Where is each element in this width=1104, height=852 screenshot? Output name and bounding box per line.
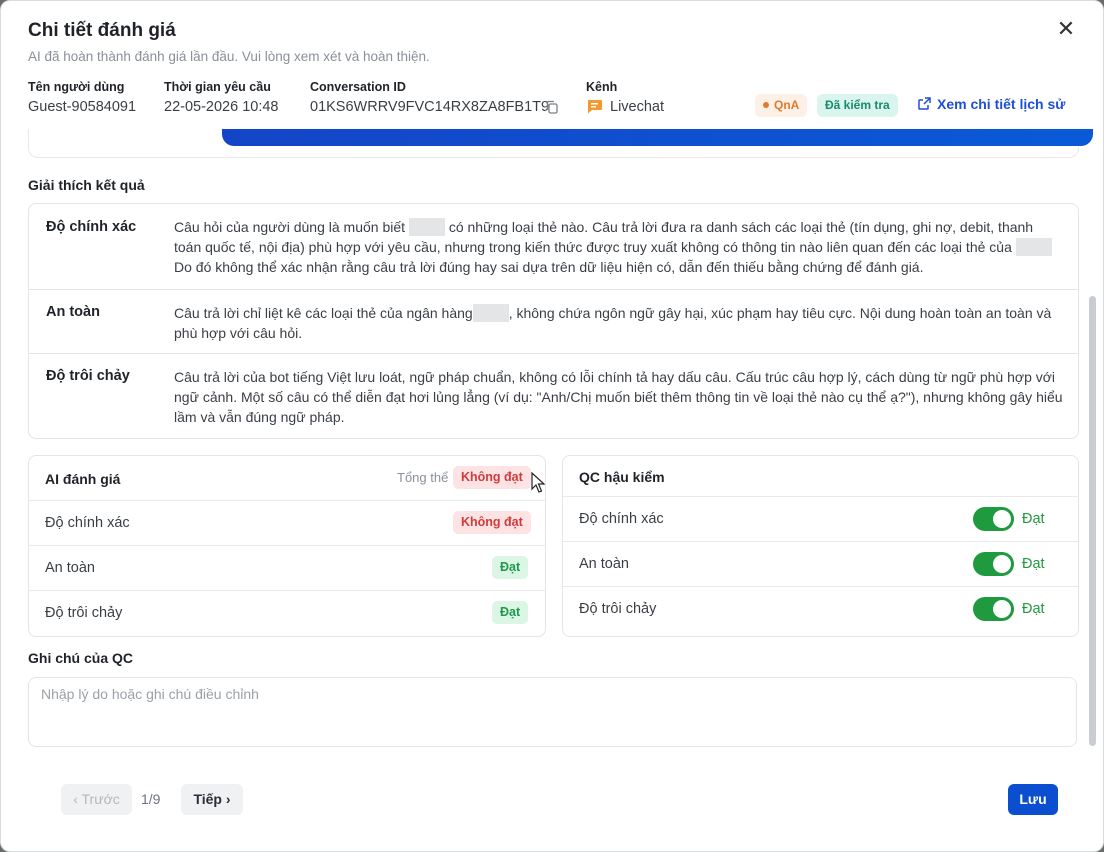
previous-card	[28, 129, 1093, 158]
history-link[interactable]: Xem chi tiết lịch sử	[918, 96, 1065, 112]
explanation-table: Độ chính xác Câu hỏi của người dùng là m…	[28, 203, 1079, 439]
ai-status-badge: Đạt	[492, 556, 529, 579]
divider	[29, 590, 545, 591]
toggle-knob	[993, 510, 1011, 528]
toggle-knob	[993, 555, 1011, 573]
qc-accuracy-toggle[interactable]	[973, 507, 1014, 531]
chat-icon	[588, 100, 602, 114]
divider	[29, 500, 545, 501]
modal-title: Chi tiết đánh giá	[28, 20, 176, 41]
explanation-text: Câu trả lời chỉ liệt kê các loại thẻ của…	[174, 304, 1052, 341]
ai-row-label: Độ trôi chảy	[45, 605, 123, 621]
progress-bar	[222, 129, 1093, 146]
overall-label: Tổng thể	[397, 470, 449, 485]
divider	[563, 496, 1078, 497]
next-button[interactable]: Tiếp ›	[181, 784, 243, 815]
explanation-label: Độ trôi chảy	[46, 368, 130, 384]
user-value: Guest-90584091	[28, 99, 137, 115]
explanation-text: Câu trả lời của bot tiếng Việt lưu loát,…	[174, 369, 1063, 425]
qc-row-label: An toàn	[579, 556, 629, 572]
ai-row-label: An toàn	[45, 560, 95, 576]
qc-row-label: Độ trôi chảy	[579, 601, 657, 617]
qc-toggle-label: Đạt	[1022, 601, 1045, 617]
scrollbar[interactable]	[1089, 296, 1096, 746]
divider	[29, 545, 545, 546]
qc-notes-title: Ghi chú của QC	[28, 650, 134, 666]
channel-value: Livechat	[610, 99, 665, 115]
conversation-id-value: 01KS6WRRV9FVC14RX8ZA8FB1T9	[310, 99, 550, 115]
explanation-row: Độ trôi chảy Câu trả lời của bot tiếng V…	[29, 353, 1078, 439]
checked-badge: Đã kiểm tra	[817, 94, 898, 117]
qc-toggle-label: Đạt	[1022, 556, 1045, 572]
modal-subtitle: AI đã hoàn thành đánh giá lần đầu. Vui l…	[28, 49, 430, 64]
qna-badge: QnA	[755, 94, 808, 117]
qc-notes-input[interactable]	[28, 677, 1077, 747]
time-value: 22-05-2026 10:48	[164, 99, 279, 115]
qna-badge-text: QnA	[774, 98, 800, 112]
explanation-label: An toàn	[46, 304, 100, 320]
qc-evaluation-title: QC hậu kiểm	[579, 469, 665, 485]
save-button[interactable]: Lưu	[1008, 784, 1058, 815]
explanation-text: Câu hỏi của người dùng là muốn biết có n…	[174, 217, 1064, 277]
time-label: Thời gian yêu cầu	[164, 80, 271, 94]
redacted-block	[472, 304, 509, 322]
ai-evaluation-title: AI đánh giá	[45, 471, 121, 487]
ai-evaluation-panel: AI đánh giá Tổng thể Không đạt Độ chính …	[28, 455, 546, 637]
qc-fluency-toggle[interactable]	[973, 597, 1014, 621]
ai-row-label: Độ chính xác	[45, 515, 130, 531]
ai-status-badge: Không đạt	[453, 511, 531, 534]
redacted-block	[408, 218, 445, 236]
qc-evaluation-panel: QC hậu kiểm Độ chính xác Đạt An toàn Đạt…	[562, 455, 1079, 637]
explanation-row: Độ chính xác Câu hỏi của người dùng là m…	[29, 204, 1078, 289]
page-indicator: 1/9	[141, 791, 161, 807]
explanation-label: Độ chính xác	[46, 219, 137, 235]
channel-label: Kênh	[586, 80, 618, 94]
qc-toggle-label: Đạt	[1022, 511, 1045, 527]
previous-button[interactable]: ‹ Trước	[61, 784, 132, 815]
external-link-icon	[918, 97, 931, 110]
redacted-block	[1015, 238, 1052, 256]
qc-row-label: Độ chính xác	[579, 511, 664, 527]
divider	[563, 586, 1078, 587]
explanation-title: Giải thích kết quả	[28, 177, 145, 193]
history-link-label: Xem chi tiết lịch sử	[937, 96, 1066, 112]
evaluation-detail-modal: Chi tiết đánh giá AI đã hoàn thành đánh …	[0, 0, 1104, 852]
copy-icon[interactable]	[545, 100, 559, 114]
toggle-knob	[993, 600, 1011, 618]
overall-status-badge: Không đạt	[453, 466, 531, 489]
dot-icon	[763, 101, 769, 108]
user-label: Tên người dùng	[28, 80, 125, 94]
explanation-row: An toàn Câu trả lời chỉ liệt kê các loại…	[29, 289, 1078, 354]
qc-safety-toggle[interactable]	[973, 552, 1014, 576]
ai-status-badge: Đạt	[492, 601, 529, 624]
close-icon[interactable]: ✕	[1055, 17, 1077, 41]
divider	[563, 541, 1078, 542]
mouse-pointer-icon	[531, 472, 545, 493]
conversation-id-label: Conversation ID	[310, 80, 406, 94]
